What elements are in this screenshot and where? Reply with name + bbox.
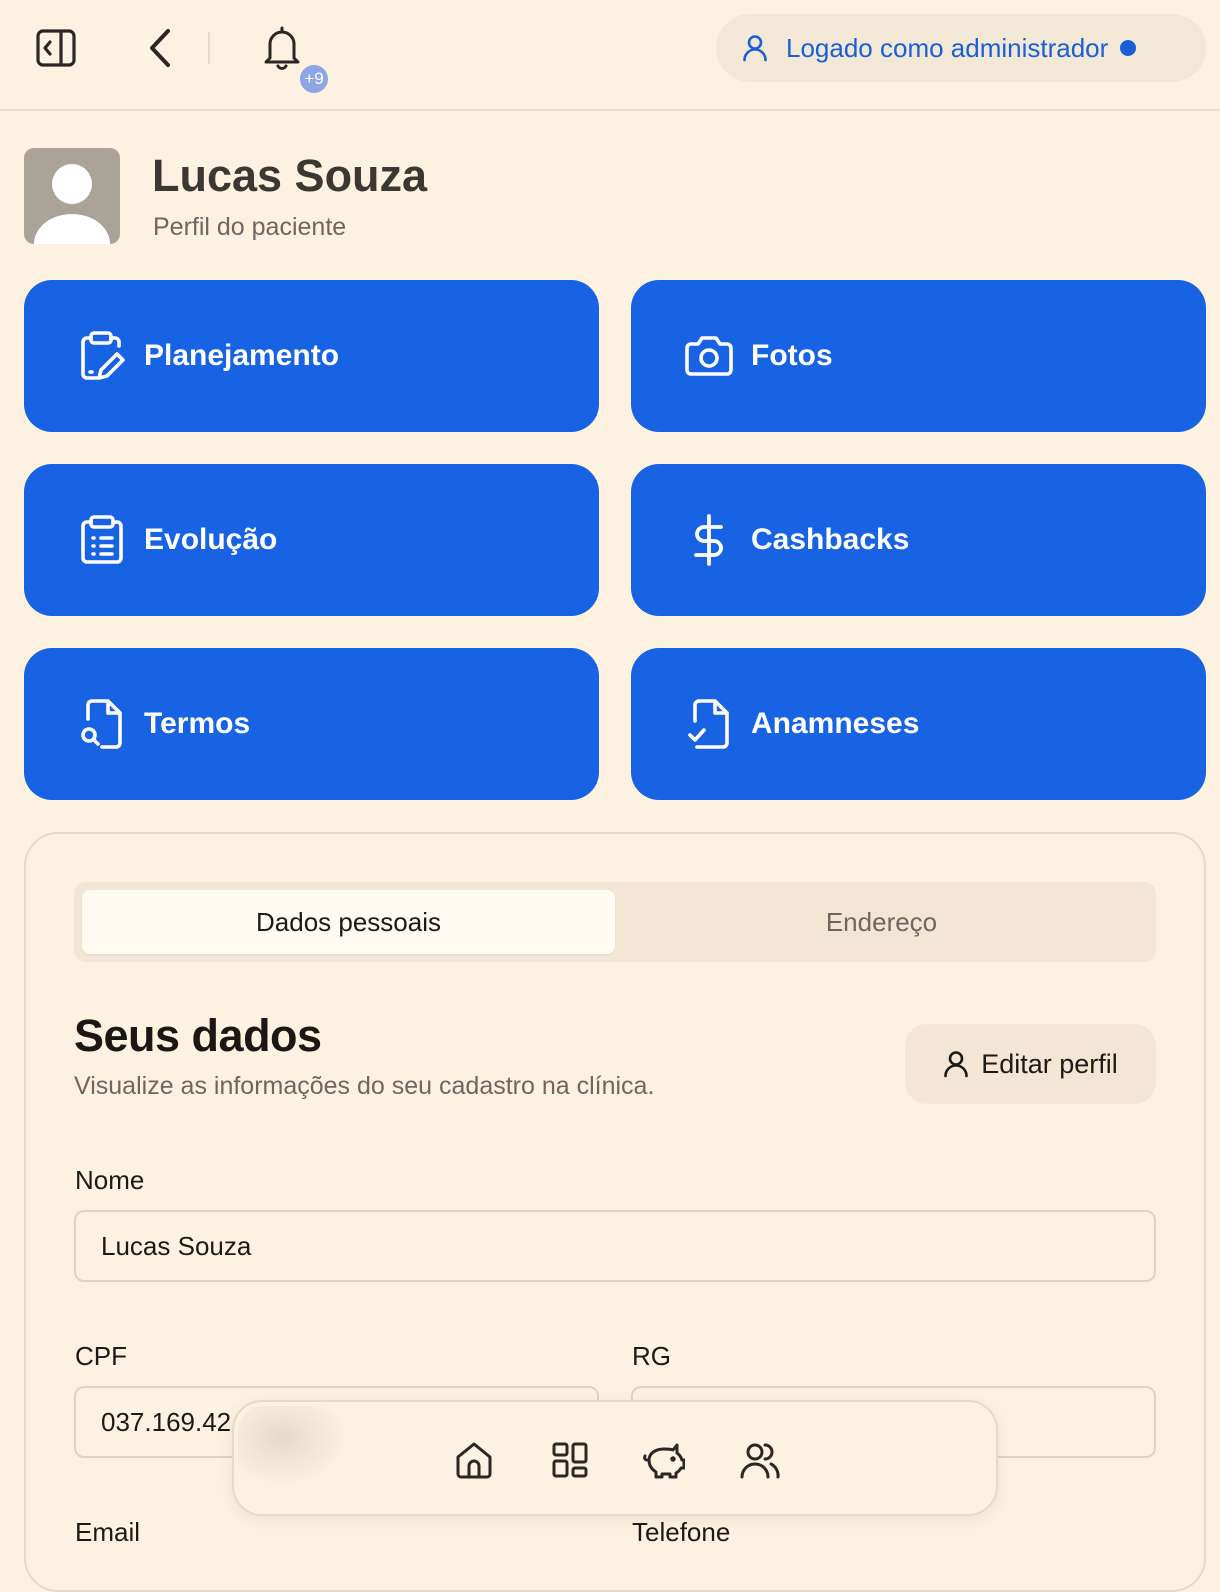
anamneses-label: Anamneses [751,707,920,740]
fotos-card[interactable]: Fotos [631,280,1206,432]
anamneses-card[interactable]: Anamneses [631,648,1206,800]
nome-label: Nome [75,1165,145,1195]
file-search-icon [76,698,128,750]
nav-fade-overlay [238,1406,348,1486]
rg-label: RG [632,1341,671,1371]
telefone-label: Telefone [632,1517,731,1547]
termos-label: Termos [144,707,251,740]
user-icon [742,34,768,62]
notification-badge: +9 [297,62,331,96]
cashbacks-card[interactable]: Cashbacks [631,464,1206,616]
file-check-icon [683,698,735,750]
termos-card[interactable]: Termos [24,648,599,800]
dollar-icon [683,514,735,566]
planejamento-card[interactable]: Planejamento [24,280,599,432]
tab-bar: Dados pessoais Endereço [74,882,1156,962]
nome-field[interactable]: Lucas Souza [74,1210,1156,1282]
admin-status-text: Logado como administrador [786,32,1109,63]
sidebar-toggle-icon[interactable] [32,26,80,70]
patient-subtitle: Perfil do paciente [153,213,347,241]
tab-dados-pessoais[interactable]: Dados pessoais [82,890,615,954]
camera-icon [683,330,735,382]
evolucao-card[interactable]: Evolução [24,464,599,616]
avatar [24,148,120,244]
apps-grid-icon[interactable] [548,1438,592,1482]
patient-name: Lucas Souza [152,150,428,201]
cashbacks-label: Cashbacks [751,523,910,556]
edit-profile-button[interactable]: Editar perfil [905,1024,1156,1104]
section-title: Seus dados [74,1010,322,1061]
bell-icon[interactable] [256,22,308,74]
planejamento-label: Planejamento [144,339,340,372]
piggy-bank-icon[interactable] [642,1438,686,1482]
clipboard-list-icon [76,514,128,566]
clipboard-edit-icon [76,330,128,382]
bottom-nav [232,1400,998,1516]
section-subtitle: Visualize as informações do seu cadastro… [74,1072,655,1100]
fotos-label: Fotos [751,339,833,372]
admin-status-pill[interactable]: Logado como administrador [716,14,1206,82]
top-bar: +9 Logado como administrador [0,0,1220,111]
tab-endereco[interactable]: Endereço [615,890,1148,954]
back-chevron-icon[interactable] [138,24,182,72]
user-icon [943,1050,969,1078]
home-icon[interactable] [452,1438,496,1482]
evolucao-label: Evolução [144,523,278,556]
cpf-label: CPF [75,1341,127,1371]
email-label: Email [75,1517,141,1547]
users-icon[interactable] [738,1438,782,1482]
online-dot [1120,40,1137,56]
toolbar-divider [208,32,210,64]
edit-profile-label: Editar perfil [981,1048,1118,1079]
